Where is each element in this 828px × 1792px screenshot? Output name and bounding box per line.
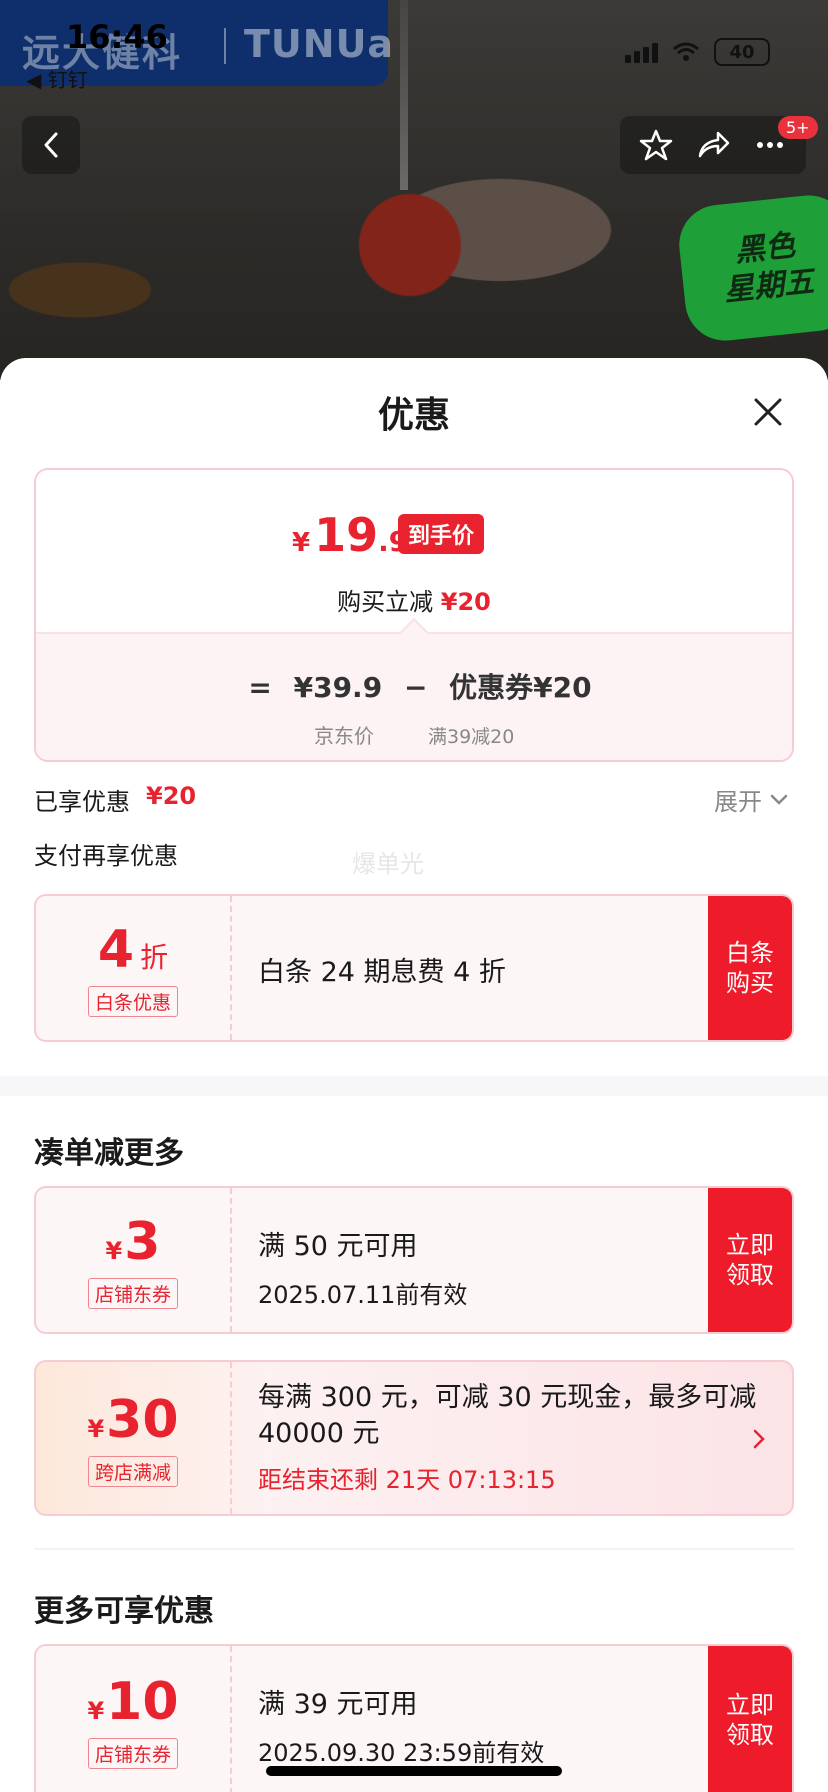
close-icon[interactable] — [744, 388, 792, 436]
brand-logo: TUNUa — [244, 22, 395, 66]
pay-more-label: 支付再享优惠 — [34, 842, 178, 870]
discount-unit: 折 — [140, 940, 169, 974]
wifi-icon — [673, 42, 699, 61]
final-price: ¥ 19 .9 — [292, 508, 408, 562]
promo-line-2: 星期五 — [722, 264, 816, 309]
chevron-left-icon — [44, 132, 58, 158]
formula-equals: = — [248, 671, 272, 704]
final-price-integer: 19 — [314, 508, 379, 562]
share-icon[interactable] — [696, 128, 730, 162]
watermark-text: 爆单光 — [352, 850, 424, 878]
coupon-validity: 2025.07.11前有效 — [258, 1281, 468, 1309]
coupon-value: 3 — [124, 1211, 161, 1272]
back-to-app-link[interactable]: ◀ 钉钉 — [26, 64, 88, 93]
jd-price-label: 京东价 — [314, 724, 374, 748]
coupon-title: 每满 300 元，可减 30 元现金，最多可减 40000 元 — [258, 1382, 757, 1449]
instant-reduction: 购买立减 ¥20 — [36, 582, 792, 617]
cellular-signal-icon — [625, 41, 658, 63]
enjoyed-discount-label: 已享优惠 — [34, 788, 130, 816]
notification-badge: 5+ — [778, 116, 818, 139]
expand-label: 展开 — [714, 788, 762, 816]
coupon-validity: 2025.09.30 23:59前有效 — [258, 1739, 545, 1767]
currency-symbol: ¥ — [87, 1696, 105, 1725]
more-section-title: 更多可享优惠 — [34, 1594, 214, 1629]
coupon-condition: 满39减20 — [428, 726, 515, 748]
coupon-tag: 店铺东券 — [87, 1737, 178, 1769]
promo-line-1: 黑色 — [733, 228, 797, 270]
coupon-left: 4 折 白条优惠 — [36, 896, 232, 1040]
claim-coupon-button[interactable]: 立即领取 — [708, 1188, 792, 1332]
coupon-title: 满 50 元可用 — [258, 1231, 418, 1262]
currency-symbol: ¥ — [292, 528, 311, 558]
combine-section-title: 凑单减更多 — [34, 1136, 184, 1171]
coupon-tag: 店铺东券 — [87, 1277, 178, 1309]
black-friday-badge[interactable]: 黑色 星期五 — [675, 191, 828, 345]
discount-value: 4 — [97, 919, 135, 980]
coupon-tag: 跨店满减 — [87, 1455, 178, 1487]
coupon-amount: ¥ 30 — [87, 1390, 178, 1450]
final-price-tag: 到手价 — [398, 514, 485, 554]
coupon-tag: 白条优惠 — [87, 985, 178, 1017]
store-coupon-3: ¥ 3 店铺东券 满 50 元可用 2025.07.11前有效 立即领取 — [34, 1186, 794, 1334]
coupon-left: ¥ 30 跨店满减 — [36, 1362, 232, 1514]
thin-divider — [34, 1548, 794, 1550]
chevron-down-icon — [770, 794, 788, 805]
sheet-title: 优惠 — [377, 395, 450, 436]
back-button[interactable] — [22, 116, 80, 174]
coupon-amount: ¥ 10 — [87, 1672, 178, 1732]
formula-minus: − — [403, 671, 428, 704]
jd-price: ¥39.9 — [293, 671, 383, 704]
home-indicator[interactable] — [266, 1766, 562, 1776]
coupon-body: 满 50 元可用 2025.07.11前有效 — [258, 1224, 467, 1310]
coupon-body: 每满 300 元，可减 30 元现金，最多可减 40000 元 距结束还剩 21… — [258, 1380, 758, 1495]
favorite-star-icon[interactable] — [639, 128, 673, 162]
currency-symbol: ¥ — [105, 1236, 123, 1265]
status-icons: 40 — [625, 38, 770, 66]
reduce-label: 购买立减 — [337, 588, 434, 616]
brand-separator — [224, 28, 226, 64]
section-divider — [0, 1076, 828, 1096]
coupon-title: 满 39 元可用 — [258, 1689, 418, 1720]
cta-label: 立即领取 — [726, 1231, 774, 1289]
coupon-body: 白条 24 期息费 4 折 — [258, 950, 506, 989]
cta-label: 立即领取 — [726, 1691, 774, 1749]
baitiao-coupon: 4 折 白条优惠 白条 24 期息费 4 折 白条购买 — [34, 894, 794, 1042]
coupon-amount: 4 折 — [98, 920, 168, 980]
price-card-top: ¥ 19 .9 到手价 购买立减 ¥20 — [36, 470, 792, 632]
price-formula: = ¥39.9 − 优惠券¥20 — [36, 666, 792, 706]
expand-button[interactable]: 展开 — [714, 782, 788, 817]
claim-coupon-button[interactable]: 立即领取 — [708, 1646, 792, 1792]
coupon-value: 30 — [106, 1389, 179, 1450]
enjoyed-discount-amount: ¥20 — [146, 782, 197, 810]
cta-label: 白条购买 — [726, 939, 774, 997]
coupon-title: 白条 24 期息费 4 折 — [258, 957, 506, 988]
baitiao-buy-button[interactable]: 白条购买 — [708, 896, 792, 1040]
coupon-left: ¥ 10 店铺东券 — [36, 1646, 232, 1792]
countdown: 距结束还剩 21天 07:13:15 — [258, 1466, 556, 1494]
currency-symbol: ¥ — [87, 1414, 105, 1443]
coupon-amount: ¥ 3 — [106, 1212, 161, 1272]
coupon-body: 满 39 元可用 2025.09.30 23:59前有效 — [258, 1682, 544, 1768]
coupon-deduction: 优惠券¥20 — [449, 671, 592, 704]
cross-store-discount[interactable]: ¥ 30 跨店满减 每满 300 元，可减 30 元现金，最多可减 40000 … — [34, 1360, 794, 1516]
battery-icon: 40 — [714, 38, 770, 66]
discount-sheet: 优惠 ¥ 19 .9 到手价 购买立减 ¥20 = ¥39.9 − 优惠券¥20… — [0, 358, 828, 1792]
chevron-right-icon — [753, 1429, 765, 1449]
coupon-left: ¥ 3 店铺东券 — [36, 1188, 232, 1332]
status-time: 16:46 — [66, 18, 168, 56]
price-breakdown-card: ¥ 19 .9 到手价 购买立减 ¥20 = ¥39.9 − 优惠券¥20 京东… — [34, 468, 794, 762]
coupon-value: 10 — [106, 1671, 179, 1732]
reduce-amount: ¥20 — [440, 588, 491, 616]
